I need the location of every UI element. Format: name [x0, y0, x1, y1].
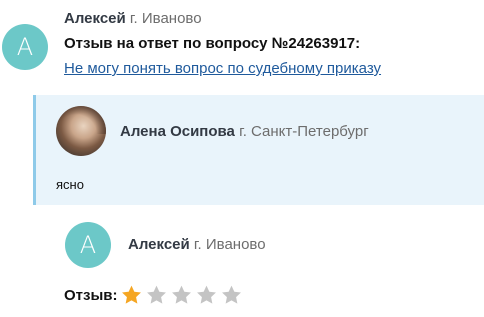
- star-empty-icon: [146, 285, 166, 304]
- answer-quote: Алена Осипова г. Санкт-Петербург ясно: [33, 95, 484, 205]
- lawyer-city: г. Санкт-Петербург: [239, 123, 369, 140]
- rating-stars: [120, 284, 245, 306]
- star-empty-icon: [196, 285, 216, 304]
- rating-row: Отзыв:: [64, 284, 245, 306]
- question-link[interactable]: Не могу понять вопрос по судебному прика…: [64, 60, 381, 77]
- lawyer-name[interactable]: Алена Осипова: [120, 123, 235, 140]
- author-initial: А: [16, 33, 34, 61]
- author-city: г. Иваново: [129, 10, 202, 27]
- answer-author: Алена Осипова г. Санкт-Петербург: [120, 123, 369, 140]
- reviewer-author: Алексей г. Иваново: [128, 236, 266, 253]
- review-author: Алексей г. Иваново: [64, 10, 202, 27]
- review-title: Отзыв на ответ по вопросу №24263917:: [64, 35, 361, 52]
- star-empty-icon: [171, 285, 191, 304]
- reviewer-initial: А: [79, 231, 97, 259]
- answer-text: ясно: [56, 177, 84, 192]
- author-name: Алексей: [64, 10, 126, 27]
- reviewer-city: г. Иваново: [193, 236, 266, 253]
- reviewer-avatar: А: [65, 222, 111, 268]
- star-filled-icon: [121, 285, 141, 304]
- lawyer-avatar[interactable]: [56, 106, 106, 156]
- author-avatar: А: [2, 24, 48, 70]
- rating-label: Отзыв:: [64, 286, 118, 304]
- reviewer-name: Алексей: [128, 236, 190, 253]
- star-empty-icon: [221, 285, 241, 304]
